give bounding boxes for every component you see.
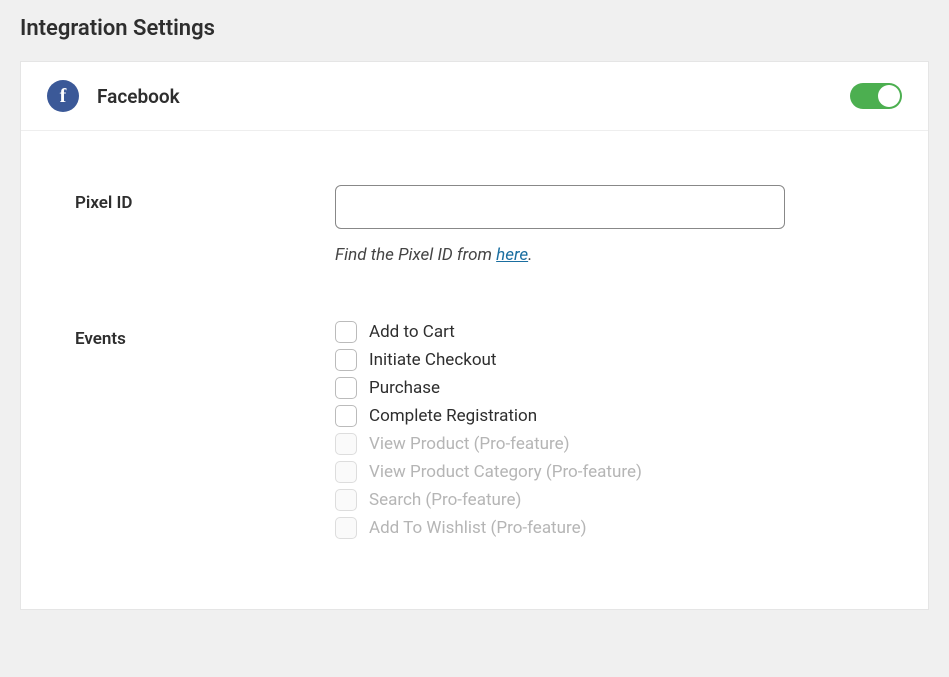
event-item: Complete Registration [335,405,902,427]
panel-header-left: f Facebook [47,80,180,112]
event-checkbox [335,433,357,455]
panel-header: f Facebook [21,62,928,131]
pixel-row: Pixel ID Find the Pixel ID from here. [75,185,902,265]
event-item: View Product (Pro-feature) [335,433,902,455]
pixel-id-label: Pixel ID [75,185,335,213]
event-label: Search (Pro-feature) [369,490,521,510]
event-checkbox[interactable] [335,405,357,427]
event-label: View Product Category (Pro-feature) [369,462,642,482]
event-label: View Product (Pro-feature) [369,434,570,454]
event-item: Add To Wishlist (Pro-feature) [335,517,902,539]
event-item: Search (Pro-feature) [335,489,902,511]
toggle-knob [878,85,900,107]
events-list: Add to Cart Initiate Checkout Purchase Comp… [335,321,902,539]
events-control: Add to Cart Initiate Checkout Purchase Comp… [335,321,902,539]
event-item: Initiate Checkout [335,349,902,371]
pixel-hint-link[interactable]: here [496,245,528,265]
event-label: Add To Wishlist (Pro-feature) [369,518,587,538]
pixel-hint: Find the Pixel ID from here. [335,245,902,265]
integration-name: Facebook [97,85,180,108]
panel-body: Pixel ID Find the Pixel ID from here. Ev… [21,131,928,609]
event-label: Complete Registration [369,406,537,426]
event-item: View Product Category (Pro-feature) [335,461,902,483]
facebook-icon: f [47,80,79,112]
event-checkbox [335,517,357,539]
event-checkbox [335,461,357,483]
events-label: Events [75,321,335,349]
pixel-id-input[interactable] [335,185,785,229]
hint-prefix: Find the Pixel ID from [335,245,496,265]
pixel-control: Find the Pixel ID from here. [335,185,902,265]
event-checkbox [335,489,357,511]
event-item: Purchase [335,377,902,399]
event-checkbox[interactable] [335,349,357,371]
event-checkbox[interactable] [335,377,357,399]
enable-toggle[interactable] [850,83,902,109]
event-label: Purchase [369,378,440,398]
event-label: Initiate Checkout [369,350,496,370]
hint-suffix: . [528,245,532,265]
event-label: Add to Cart [369,322,455,342]
events-row: Events Add to Cart Initiate Checkout Purch… [75,321,902,539]
event-item: Add to Cart [335,321,902,343]
event-checkbox[interactable] [335,321,357,343]
page-title: Integration Settings [20,0,929,61]
integration-panel: f Facebook Pixel ID Find the Pixel ID fr… [20,61,929,610]
